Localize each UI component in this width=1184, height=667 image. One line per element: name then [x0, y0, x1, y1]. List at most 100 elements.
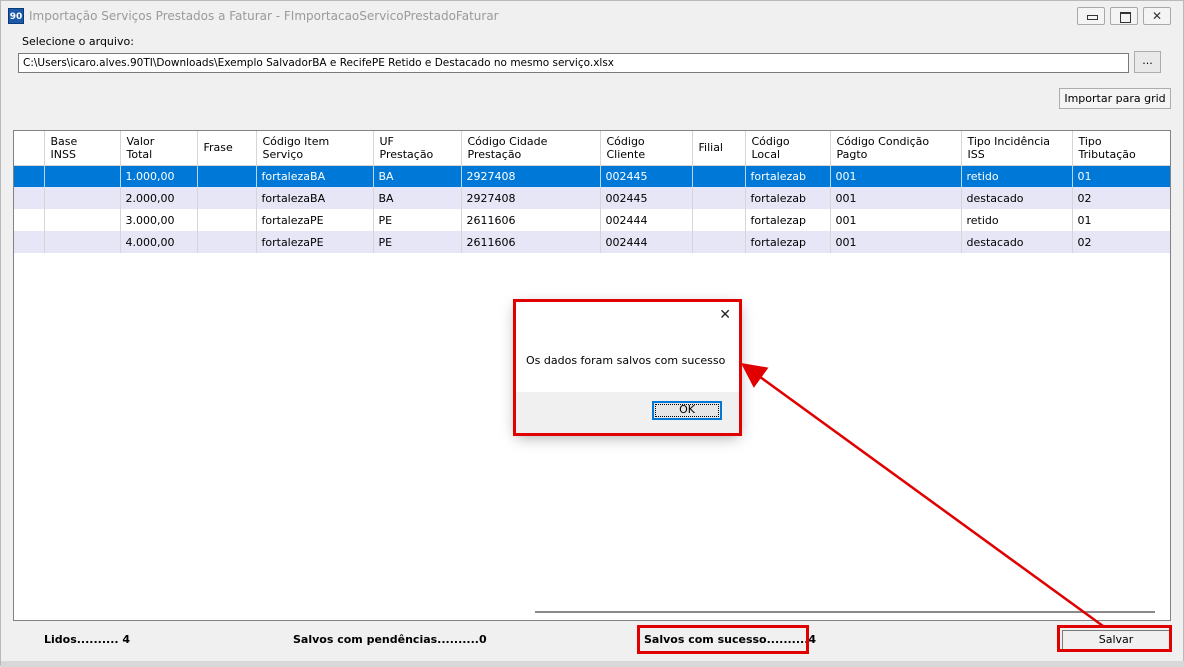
close-button[interactable]: ✕ — [1143, 7, 1171, 25]
table-cell[interactable] — [44, 165, 121, 187]
window-title: Importação Serviços Prestados a Faturar … — [29, 9, 499, 23]
table-cell[interactable]: fortalezab — [745, 165, 831, 187]
file-label: Selecione o arquivo: — [22, 35, 134, 48]
table-cell[interactable]: fortalezab — [745, 187, 831, 209]
table-cell[interactable]: 002445 — [600, 187, 693, 209]
table-cell[interactable]: BA — [373, 187, 462, 209]
table-cell[interactable] — [692, 231, 746, 253]
grid-header-cell[interactable]: Frase — [197, 131, 257, 166]
table-cell[interactable]: destacado — [961, 231, 1073, 253]
table-cell[interactable]: destacado — [961, 187, 1073, 209]
grid-header-cell[interactable]: Tipo Incidência ISS — [961, 131, 1073, 166]
horizontal-scrollbar[interactable] — [535, 611, 1155, 613]
table-cell[interactable] — [14, 187, 45, 209]
dialog-close-icon[interactable]: ✕ — [719, 307, 731, 323]
table-cell[interactable] — [197, 187, 257, 209]
title-bar: 90 Importação Serviços Prestados a Fatur… — [1, 1, 1183, 31]
grid-header-cell[interactable]: Tipo Tributação — [1072, 131, 1170, 166]
table-cell[interactable] — [14, 231, 45, 253]
header-line-2: Tributação — [1078, 147, 1136, 161]
table-cell[interactable]: 01 — [1072, 165, 1170, 187]
grid-table: Base INSS Valor Total Frase Código Item Serviç… — [14, 131, 1170, 253]
table-row[interactable]: 4.000,00 fortalezaPE PE 2611606 002444 fortal… — [14, 231, 1170, 253]
table-cell[interactable] — [692, 187, 746, 209]
table-cell[interactable]: 3.000,00 — [120, 209, 198, 231]
header-line-1: Valor — [126, 134, 155, 148]
header-line-2: ISS — [967, 147, 985, 161]
table-cell[interactable]: fortalezaBA — [256, 187, 374, 209]
table-cell[interactable]: 002444 — [600, 209, 693, 231]
header-line-1: Código Condição — [836, 134, 930, 148]
table-cell[interactable]: retido — [961, 165, 1073, 187]
header-line-1: Tipo — [1078, 134, 1102, 148]
grid-header-cell[interactable]: Filial — [692, 131, 746, 166]
table-cell[interactable]: PE — [373, 209, 462, 231]
table-cell[interactable] — [197, 165, 257, 187]
table-cell[interactable]: 001 — [830, 165, 962, 187]
table-cell[interactable]: 2927408 — [461, 165, 601, 187]
table-cell[interactable]: 002444 — [600, 231, 693, 253]
table-cell[interactable] — [14, 165, 45, 187]
table-cell[interactable]: 001 — [830, 209, 962, 231]
grid-header-cell[interactable]: Código Cidade Prestação — [461, 131, 601, 166]
grid-header-cell[interactable]: Base INSS — [44, 131, 121, 166]
grid-header-cell[interactable]: Código Condição Pagto — [830, 131, 962, 166]
file-path-input[interactable] — [18, 53, 1129, 73]
table-cell[interactable]: retido — [961, 209, 1073, 231]
table-row[interactable]: 2.000,00 fortalezaBA BA 2927408 002445 fortal… — [14, 187, 1170, 209]
close-icon: ✕ — [1151, 9, 1163, 23]
table-cell[interactable]: 2.000,00 — [120, 187, 198, 209]
maximize-button[interactable] — [1110, 7, 1138, 25]
table-row[interactable]: 1.000,00 fortalezaBA BA 2927408 002445 fortal… — [14, 165, 1170, 187]
table-cell[interactable] — [197, 209, 257, 231]
table-cell[interactable]: 02 — [1072, 231, 1170, 253]
table-cell[interactable]: 001 — [830, 187, 962, 209]
grid-header-cell[interactable]: Código Cliente — [600, 131, 693, 166]
table-cell[interactable]: fortalezap — [745, 231, 831, 253]
table-cell[interactable]: fortalezaBA — [256, 165, 374, 187]
header-line-2: Total — [126, 147, 153, 161]
table-cell[interactable]: 02 — [1072, 187, 1170, 209]
table-cell[interactable]: fortalezap — [745, 209, 831, 231]
grid-header-cell[interactable]: Valor Total — [120, 131, 198, 166]
table-cell[interactable] — [44, 187, 121, 209]
grid-header-cell[interactable]: Código Item Serviço — [256, 131, 374, 166]
table-cell[interactable]: 2611606 — [461, 231, 601, 253]
table-cell[interactable]: BA — [373, 165, 462, 187]
minimize-button[interactable] — [1077, 7, 1105, 25]
save-button[interactable]: Salvar — [1062, 630, 1170, 650]
table-cell[interactable]: 4.000,00 — [120, 231, 198, 253]
status-sucesso: Salvos com sucesso..........4 — [644, 633, 817, 646]
grid-header-cell[interactable]: Código Local — [745, 131, 831, 166]
grid-header-cell[interactable]: UF Prestação — [373, 131, 462, 166]
table-cell[interactable] — [692, 209, 746, 231]
table-cell[interactable]: 01 — [1072, 209, 1170, 231]
table-cell[interactable] — [692, 165, 746, 187]
grid-header-cell[interactable] — [14, 131, 45, 166]
table-row[interactable]: 3.000,00 fortalezaPE PE 2611606 002444 fortal… — [14, 209, 1170, 231]
success-dialog: ✕ Os dados foram salvos com sucesso OK — [516, 302, 739, 433]
table-cell[interactable]: 2927408 — [461, 187, 601, 209]
header-line-2: Local — [751, 147, 781, 161]
header-line-1: Base — [50, 134, 78, 148]
browse-button[interactable]: ... — [1134, 51, 1161, 73]
table-cell[interactable]: 1.000,00 — [120, 165, 198, 187]
table-cell[interactable]: fortalezaPE — [256, 231, 374, 253]
table-cell[interactable] — [44, 209, 121, 231]
header-line-1: Frase — [203, 141, 233, 155]
table-cell[interactable]: 002445 — [600, 165, 693, 187]
table-cell[interactable]: 2611606 — [461, 209, 601, 231]
dialog-ok-button[interactable]: OK — [652, 401, 722, 420]
table-cell[interactable] — [44, 231, 121, 253]
header-line-2: INSS — [50, 147, 76, 161]
header-line-1: Código Cidade — [467, 134, 548, 148]
table-cell[interactable]: PE — [373, 231, 462, 253]
table-cell[interactable]: 001 — [830, 231, 962, 253]
header-line-2: Prestação — [379, 147, 434, 161]
table-cell[interactable]: fortalezaPE — [256, 209, 374, 231]
minimize-icon — [1078, 8, 1104, 24]
import-to-grid-button[interactable]: Importar para grid — [1059, 88, 1171, 109]
table-cell[interactable] — [197, 231, 257, 253]
header-line-2: Pagto — [836, 147, 868, 161]
table-cell[interactable] — [14, 209, 45, 231]
